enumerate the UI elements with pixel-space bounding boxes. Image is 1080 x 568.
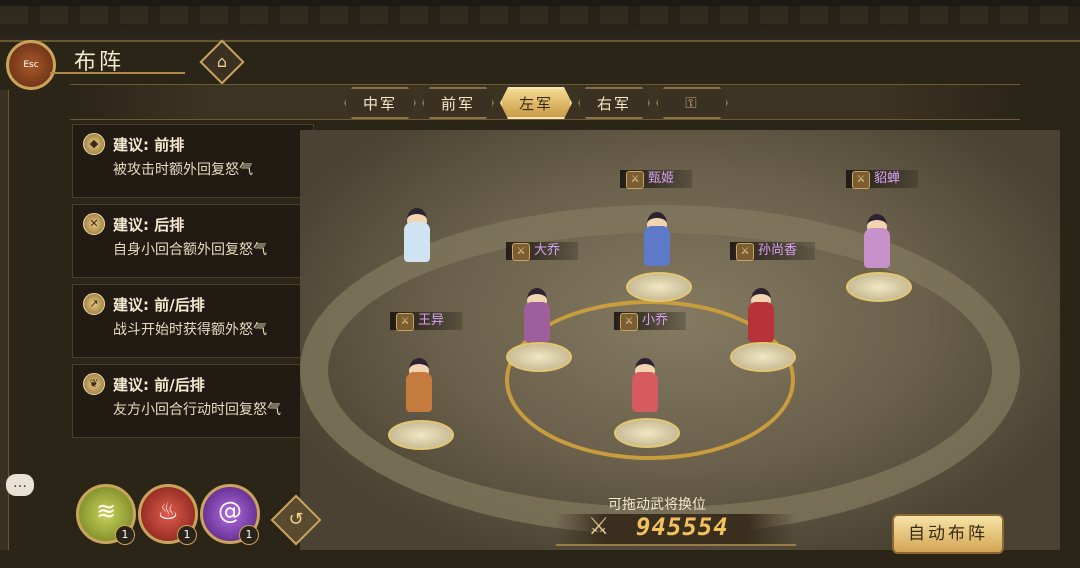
hero-sprite[interactable] (396, 354, 442, 418)
hero-name: 王异 (418, 313, 445, 328)
suggestion-card: ❦ 建议: 前/后排 友方小回合行动时回复怒气 (72, 364, 314, 438)
skill-count: 1 (239, 525, 259, 545)
crossed-swords-icon: ⚔ (588, 512, 610, 540)
hero-body (524, 302, 550, 342)
hero-sprite[interactable] (514, 284, 560, 348)
sword-icon: ⚔ (852, 171, 870, 189)
tab-left[interactable]: 左军 (500, 87, 572, 119)
hero-name: 大乔 (534, 243, 561, 258)
suggestion-desc: 自身小回合额外回复怒气 (113, 242, 267, 258)
esc-label: Esc (23, 60, 39, 70)
hero-body (404, 222, 430, 262)
hero-sprite[interactable] (622, 354, 668, 418)
skill-count: 1 (177, 525, 197, 545)
hero-nameplate: ⚔ 小乔 (614, 312, 687, 331)
hero-body (406, 372, 432, 412)
chat-button[interactable]: … (6, 474, 34, 496)
suggestion-desc: 战斗开始时获得额外怒气 (113, 322, 267, 338)
hero-sprite[interactable] (854, 210, 900, 274)
lock-icon: ⚿ (685, 94, 699, 112)
hero-name: 貂蝉 (874, 171, 901, 186)
hero-body (644, 226, 670, 266)
tab-locked[interactable]: ⚿ (656, 87, 728, 119)
formation-slot[interactable] (388, 420, 454, 450)
hero-sprite[interactable] (634, 208, 680, 272)
formation-slot[interactable] (626, 272, 692, 302)
hero-name: 甄姬 (648, 171, 675, 186)
formation-slot[interactable] (846, 272, 912, 302)
home-button[interactable]: ⌂ (199, 39, 245, 85)
sword-icon: ✕ (83, 213, 105, 235)
combat-power: 945554 (636, 513, 729, 541)
undo-icon: ↺ (288, 509, 304, 530)
suggestion-card: ✕ 建议: 后排 自身小回合额外回复怒气 (72, 204, 314, 278)
esc-button[interactable]: Esc (6, 40, 56, 90)
tab-center[interactable]: 中军 (344, 87, 416, 119)
sword-icon: ⚔ (626, 171, 644, 189)
leaf-icon: ❦ (83, 373, 105, 395)
suggestion-desc: 友方小回合行动时回复怒气 (113, 402, 281, 418)
hero-nameplate: ⚔ 貂蝉 (846, 170, 919, 189)
tab-front[interactable]: 前军 (422, 87, 494, 119)
spear-icon: ↗ (83, 293, 105, 315)
sword-icon: ⚔ (736, 243, 754, 261)
chat-icon: … (13, 475, 27, 491)
hero-nameplate: ⚔ 孙尚香 (730, 242, 816, 261)
hero-body (632, 372, 658, 412)
home-icon: ⌂ (216, 52, 228, 71)
skill-vortex[interactable]: @ 1 (200, 484, 260, 545)
suggestion-card: ↗ 建议: 前/后排 战斗开始时获得额外怒气 (72, 284, 314, 358)
sword-icon: ⚔ (620, 313, 638, 331)
suggestion-card: ◆ 建议: 前排 被攻击时额外回复怒气 (72, 124, 314, 198)
top-frame (0, 0, 1080, 42)
hero-name: 小乔 (642, 313, 669, 328)
suggestion-title: 建议: 前/后排 (113, 296, 205, 314)
suggestion-panel: ◆ 建议: 前排 被攻击时额外回复怒气 ✕ 建议: 后排 自身小回合额外回复怒气… (70, 124, 318, 454)
auto-formation-button[interactable]: 自动布阵 (892, 514, 1004, 554)
tab-right[interactable]: 右军 (578, 87, 650, 119)
suggestion-title: 建议: 前/后排 (113, 376, 205, 394)
hero-nameplate: ⚔ 大乔 (506, 242, 579, 261)
suggestion-title: 建议: 后排 (113, 216, 185, 234)
shield-icon: ◆ (83, 133, 105, 155)
hero-body (748, 302, 774, 342)
suggestion-desc: 被攻击时额外回复怒气 (113, 162, 253, 178)
skill-fire[interactable]: ♨ 1 (138, 484, 198, 545)
formation-slot[interactable] (614, 418, 680, 448)
sword-icon: ⚔ (512, 243, 530, 261)
hero-nameplate: ⚔ 甄姬 (620, 170, 693, 189)
title-underline (50, 72, 185, 74)
suggestion-title: 建议: 前排 (113, 136, 185, 154)
skill-wind[interactable]: ≋ 1 (76, 484, 136, 545)
formation-tabs: 中军 前军 左军 右军 ⚿ (344, 87, 728, 119)
hero-name: 孙尚香 (758, 243, 798, 258)
drag-hint: 可拖动武将换位 (608, 497, 706, 513)
sword-icon: ⚔ (396, 313, 414, 331)
hero-sprite[interactable] (394, 204, 440, 268)
hero-body (864, 228, 890, 268)
skill-count: 1 (115, 525, 135, 545)
hero-sprite[interactable] (738, 284, 784, 348)
hero-nameplate: ⚔ 王异 (390, 312, 463, 331)
